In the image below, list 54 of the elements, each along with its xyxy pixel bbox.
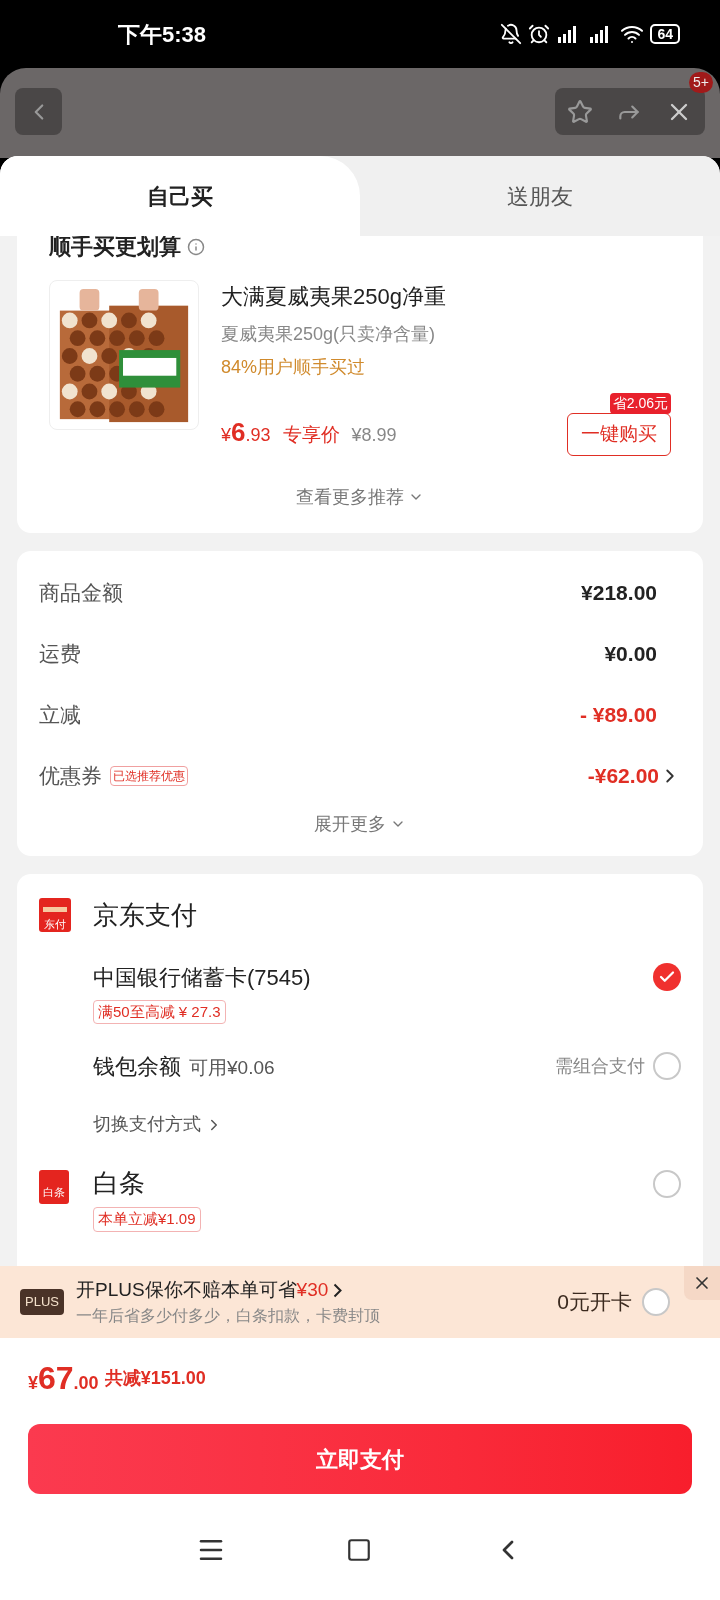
switch-payment-link[interactable]: 切换支付方式	[93, 1111, 223, 1138]
radio-button[interactable]	[653, 1052, 681, 1080]
close-button[interactable]	[684, 1266, 720, 1300]
summary-value: -¥62.00	[587, 763, 659, 790]
chevron-right-icon	[333, 1282, 343, 1298]
jdpay-logo-icon: 东付	[39, 898, 71, 932]
summary-value: ¥218.00	[581, 580, 657, 607]
product-name: 大满夏威夷果250g净重	[221, 283, 447, 311]
plus-action: 0元开卡	[557, 1289, 632, 1316]
battery-icon: 64	[650, 24, 680, 44]
baitiao-logo-icon: 白条	[39, 1170, 69, 1204]
home-icon[interactable]	[346, 1537, 372, 1563]
plus-badge: PLUS	[20, 1289, 64, 1315]
summary-label: 立减	[39, 702, 81, 729]
notification-badge: 5+	[689, 72, 713, 93]
summary-label: 运费	[39, 641, 81, 668]
alarm-icon	[528, 23, 551, 45]
radio-checked[interactable]	[653, 962, 681, 991]
info-icon[interactable]	[187, 238, 205, 256]
tab[interactable]: 自己买	[0, 156, 360, 236]
payment-title: 京东支付	[93, 898, 197, 932]
plus-subtitle: 一年后省多少付多少，白条扣款，卡费封顶	[75, 1306, 380, 1327]
summary-value: ¥0.00	[604, 641, 657, 668]
price-label: 专享价	[282, 422, 340, 447]
buy-button[interactable]: 一键购买	[567, 413, 671, 456]
total-saving: 共减¥151.00	[104, 1366, 206, 1390]
star-icon[interactable]	[566, 98, 593, 125]
expand-link[interactable]: 展开更多	[314, 810, 406, 838]
tab[interactable]: 送朋友	[360, 156, 720, 236]
available-balance: 可用¥0.06	[189, 1056, 275, 1080]
save-tag: 省2.06元	[609, 393, 671, 414]
status-time: 下午5:38	[118, 20, 207, 49]
summary-value: - ¥89.00	[579, 702, 657, 729]
section-title: 顺手买更划算	[49, 236, 181, 258]
product-price: ¥6.93	[221, 415, 271, 449]
more-link[interactable]: 查看更多推荐	[296, 483, 424, 511]
social-proof: 84%用户顺手买过	[221, 356, 367, 379]
pay-button[interactable]: 立即支付	[28, 1424, 692, 1494]
payment-title: 白条	[93, 1167, 146, 1200]
product-spec: 夏威夷果250g(只卖净含量)	[221, 323, 437, 346]
payment-option[interactable]: 钱包余额	[93, 1050, 181, 1083]
promo-tag: 本单立减¥1.09	[93, 1207, 201, 1232]
summary-label: 优惠券	[39, 763, 102, 790]
payment-option[interactable]: 中国银行储蓄卡(7545)	[93, 960, 311, 994]
bell-off-icon	[500, 23, 523, 45]
plus-title[interactable]: 开PLUS保你不赔本单可省¥30	[75, 1275, 380, 1305]
coupon-tag: 已选推荐优惠	[110, 766, 188, 786]
promo-tag: 满50至高减 ¥ 27.3	[93, 999, 226, 1024]
option-hint: 需组合支付	[555, 1054, 645, 1078]
radio-button[interactable]	[653, 1170, 681, 1198]
summary-label: 商品金额	[39, 580, 123, 607]
total-price: ¥67.00	[28, 1359, 99, 1398]
radio-button[interactable]	[642, 1288, 670, 1316]
original-price: ¥8.99	[351, 423, 397, 447]
